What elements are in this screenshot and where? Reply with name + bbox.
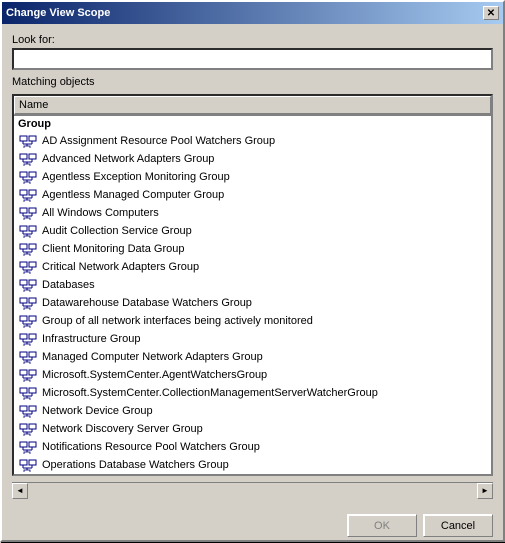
objects-list-container: Name Group bbox=[12, 94, 493, 476]
group-icon-svg bbox=[18, 404, 38, 418]
network-group-icon bbox=[18, 314, 38, 328]
item-text: Agentless Exception Monitoring Group bbox=[42, 171, 230, 183]
item-text: Audit Collection Service Group bbox=[42, 225, 192, 237]
hscroll-right-button[interactable]: ► bbox=[477, 483, 493, 499]
change-view-scope-dialog: Change View Scope ✕ Look for: Matching o… bbox=[0, 0, 505, 542]
group-icon-svg bbox=[18, 224, 38, 238]
list-item[interactable]: Microsoft.SystemCenter.CollectionManagem… bbox=[14, 384, 491, 402]
group-icon-svg bbox=[18, 368, 38, 382]
group-icon-svg bbox=[18, 296, 38, 310]
item-text: AD Assignment Resource Pool Watchers Gro… bbox=[42, 135, 275, 147]
network-group-icon bbox=[18, 134, 38, 148]
group-icon-svg bbox=[18, 242, 38, 256]
item-text: Databases bbox=[42, 279, 95, 291]
look-for-input[interactable] bbox=[12, 48, 493, 70]
group-header: Group bbox=[14, 116, 491, 132]
list-item[interactable]: Agentless Managed Computer Group bbox=[14, 186, 491, 204]
group-icon-svg bbox=[18, 332, 38, 346]
list-header: Name bbox=[14, 96, 491, 116]
dialog-buttons: OK Cancel bbox=[2, 508, 503, 543]
horizontal-scrollbar[interactable]: ◄ ► bbox=[12, 482, 493, 498]
group-icon-svg bbox=[18, 278, 38, 292]
list-item[interactable]: AD Assignment Resource Pool Watchers Gro… bbox=[14, 132, 491, 150]
item-text: Client Monitoring Data Group bbox=[42, 243, 184, 255]
hscroll-track[interactable] bbox=[28, 483, 477, 499]
network-group-icon bbox=[18, 296, 38, 310]
network-group-icon bbox=[18, 350, 38, 364]
group-icon-svg bbox=[18, 134, 38, 148]
window-title: Change View Scope bbox=[6, 7, 110, 19]
list-item[interactable]: Advanced Network Adapters Group bbox=[14, 150, 491, 168]
item-text: Microsoft.SystemCenter.CollectionManagem… bbox=[42, 387, 378, 399]
cancel-button[interactable]: Cancel bbox=[423, 514, 493, 537]
network-group-icon bbox=[18, 458, 38, 472]
list-item[interactable]: Managed Computer Network Adapters Group bbox=[14, 348, 491, 366]
network-group-icon bbox=[18, 386, 38, 400]
list-item[interactable]: Microsoft.SystemCenter.AgentWatchersGrou… bbox=[14, 366, 491, 384]
list-item[interactable]: Operations Database Watchers Group bbox=[14, 456, 491, 474]
group-icon-svg bbox=[18, 206, 38, 220]
list-item[interactable]: Infrastructure Group bbox=[14, 330, 491, 348]
list-item[interactable]: Client Monitoring Data Group bbox=[14, 240, 491, 258]
item-text: Network Discovery Server Group bbox=[42, 423, 203, 435]
list-item[interactable]: Network Device Group bbox=[14, 402, 491, 420]
network-group-icon bbox=[18, 404, 38, 418]
item-text: Advanced Network Adapters Group bbox=[42, 153, 214, 165]
item-text: Managed Computer Network Adapters Group bbox=[42, 351, 263, 363]
group-icon-svg bbox=[18, 188, 38, 202]
hscroll-left-button[interactable]: ◄ bbox=[12, 483, 28, 499]
look-for-section: Look for: bbox=[12, 34, 493, 70]
matching-objects-label: Matching objects bbox=[12, 76, 493, 88]
network-group-icon bbox=[18, 206, 38, 220]
group-icon-svg bbox=[18, 440, 38, 454]
group-icon-svg bbox=[18, 260, 38, 274]
item-text: Microsoft.SystemCenter.AgentWatchersGrou… bbox=[42, 369, 267, 381]
network-group-icon bbox=[18, 188, 38, 202]
close-button[interactable]: ✕ bbox=[483, 6, 499, 20]
list-item[interactable]: Critical Network Adapters Group bbox=[14, 258, 491, 276]
item-text: Agentless Managed Computer Group bbox=[42, 189, 224, 201]
item-text: Datawarehouse Database Watchers Group bbox=[42, 297, 252, 309]
list-item[interactable]: Audit Collection Service Group bbox=[14, 222, 491, 240]
network-group-icon bbox=[18, 224, 38, 238]
network-group-icon bbox=[18, 170, 38, 184]
group-icon-svg bbox=[18, 314, 38, 328]
name-column-header: Name bbox=[14, 96, 491, 115]
item-text: Notifications Resource Pool Watchers Gro… bbox=[42, 441, 260, 453]
item-text: Critical Network Adapters Group bbox=[42, 261, 199, 273]
network-group-icon bbox=[18, 260, 38, 274]
list-item[interactable]: Notifications Resource Pool Watchers Gro… bbox=[14, 438, 491, 456]
title-bar: Change View Scope ✕ bbox=[2, 2, 503, 24]
network-group-icon bbox=[18, 368, 38, 382]
group-icon-svg bbox=[18, 422, 38, 436]
list-item[interactable]: Agentless Exception Monitoring Group bbox=[14, 168, 491, 186]
look-for-label: Look for: bbox=[12, 34, 493, 46]
network-group-icon bbox=[18, 152, 38, 166]
item-text: Network Device Group bbox=[42, 405, 153, 417]
list-item[interactable]: Group of all network interfaces being ac… bbox=[14, 312, 491, 330]
item-text: Operations Database Watchers Group bbox=[42, 459, 229, 471]
list-item[interactable]: Databases bbox=[14, 276, 491, 294]
ok-button[interactable]: OK bbox=[347, 514, 417, 537]
item-text: Infrastructure Group bbox=[42, 333, 140, 345]
list-item[interactable]: Network Discovery Server Group bbox=[14, 420, 491, 438]
group-icon-svg bbox=[18, 350, 38, 364]
group-icon-svg bbox=[18, 458, 38, 472]
list-scroll-area[interactable]: Group AD Assignment Resourc bbox=[14, 116, 491, 474]
network-group-icon bbox=[18, 422, 38, 436]
network-group-icon bbox=[18, 440, 38, 454]
list-item[interactable]: Datawarehouse Database Watchers Group bbox=[14, 294, 491, 312]
group-icon-svg bbox=[18, 170, 38, 184]
item-text: Group of all network interfaces being ac… bbox=[42, 315, 313, 327]
dialog-content: Look for: Matching objects Name Group bbox=[2, 24, 503, 508]
network-group-icon bbox=[18, 332, 38, 346]
list-item[interactable]: All Windows Computers bbox=[14, 204, 491, 222]
group-icon-svg bbox=[18, 152, 38, 166]
network-group-icon bbox=[18, 242, 38, 256]
network-group-icon bbox=[18, 278, 38, 292]
group-icon-svg bbox=[18, 386, 38, 400]
item-text: All Windows Computers bbox=[42, 207, 159, 219]
